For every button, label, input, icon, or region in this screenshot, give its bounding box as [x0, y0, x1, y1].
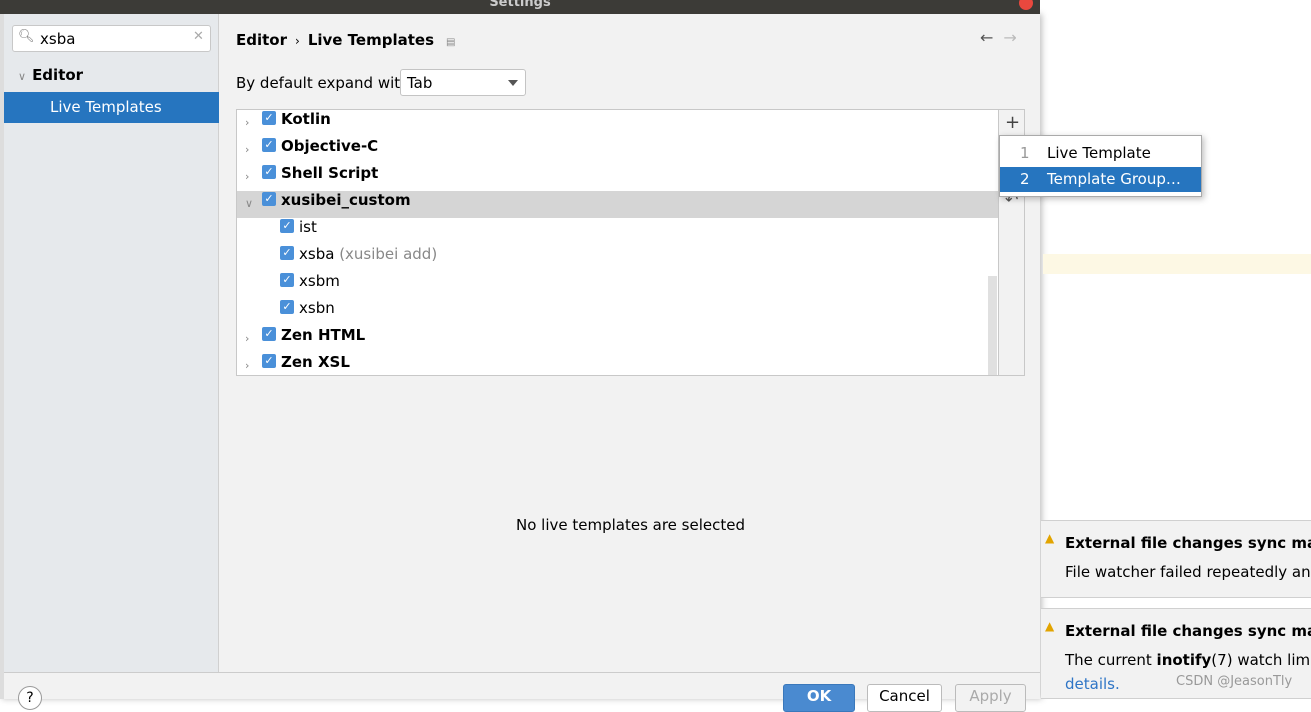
back-arrow-icon[interactable]: ← — [980, 28, 993, 47]
nav-arrows: ← → — [980, 28, 1017, 47]
template-row[interactable]: ✓ xsbn — [237, 299, 998, 326]
project-scope-icon: ▤ — [446, 37, 456, 48]
empty-message: No live templates are selected — [515, 516, 745, 534]
template-group-row[interactable]: ∨ ✓ xusibei_custom — [237, 191, 998, 218]
body-text: (7) watch limit is — [1211, 651, 1311, 669]
settings-search-input[interactable]: 🔍︎ xsba ✕ — [12, 25, 211, 52]
cancel-button[interactable]: Cancel — [867, 684, 942, 712]
checkbox[interactable]: ✓ — [280, 246, 294, 260]
expand-with-select[interactable]: Tab — [400, 69, 526, 96]
breadcrumb-editor[interactable]: Editor — [236, 31, 287, 49]
sidebar-item-live-templates[interactable]: Live Templates — [4, 92, 219, 123]
template-name: Zen HTML — [281, 326, 366, 344]
expand-with-label: By default expand with — [236, 74, 410, 92]
forward-arrow-icon[interactable]: → — [1003, 28, 1016, 47]
chevron-right-icon[interactable]: › — [245, 167, 249, 186]
search-icon: 🔍︎ — [18, 29, 35, 44]
warning-icon: ▲ — [1045, 619, 1055, 633]
notification-body: The current inotify(7) watch limit is — [1065, 651, 1311, 669]
template-name: Zen XSL — [281, 353, 350, 371]
dropdown-arrow-icon — [508, 80, 518, 91]
row-label: xusibei_custom — [281, 191, 411, 210]
template-name: xsbn — [299, 299, 335, 317]
window-title: Settings — [0, 0, 1040, 14]
row-label: Shell Script — [281, 164, 378, 183]
sidebar-item-label: Editor — [32, 66, 84, 84]
ok-button[interactable]: OK — [783, 684, 855, 712]
warning-icon: ▲ — [1045, 531, 1055, 545]
chevron-down-icon[interactable]: ∨ — [245, 194, 253, 213]
chevron-down-icon: ∨ — [18, 70, 27, 83]
checkbox[interactable]: ✓ — [262, 354, 276, 368]
chevron-right-icon[interactable]: › — [245, 140, 249, 159]
breadcrumb: Editor › Live Templates ▤ — [236, 31, 455, 49]
template-name: xusibei_custom — [281, 191, 411, 209]
chevron-right-icon[interactable]: › — [245, 329, 249, 348]
template-name: xsbm — [299, 272, 340, 290]
checkbox[interactable]: ✓ — [262, 192, 276, 206]
notification[interactable]: ▲ External file changes sync may be File… — [1041, 520, 1311, 598]
template-row[interactable]: ✓ ist — [237, 218, 998, 245]
chevron-right-icon: › — [295, 34, 300, 48]
checkbox[interactable]: ✓ — [262, 327, 276, 341]
row-label: Objective-C — [281, 137, 378, 156]
notification-title: External file changes sync may be — [1065, 534, 1311, 552]
menu-item-label: Live Template — [1047, 144, 1151, 162]
editor-highlight-line — [1043, 254, 1311, 274]
tree-scrollbar[interactable] — [988, 276, 997, 375]
row-label: xsbm — [299, 272, 340, 291]
templates-tree: › ✓ Kotlin › ✓ Objective-C › ✓ Shell Script ∨ ✓ xus… — [236, 109, 999, 376]
checkbox[interactable]: ✓ — [262, 111, 276, 125]
menu-item-template-group[interactable]: 2 Template Group… — [1000, 167, 1201, 192]
details-link[interactable]: details. — [1065, 675, 1120, 693]
template-group-row[interactable]: › ✓ Kotlin — [237, 110, 998, 137]
row-label: Zen HTML — [281, 326, 365, 345]
watermark: CSDN @JeasonTly — [1176, 674, 1293, 689]
template-row[interactable]: ✓ xsbm — [237, 272, 998, 299]
template-row[interactable]: ✓ xsba (xusibei add) — [237, 245, 998, 272]
sidebar-item-editor[interactable]: ∨ Editor — [18, 66, 83, 84]
clear-search-icon[interactable]: ✕ — [193, 29, 204, 44]
notification-body: File watcher failed repeatedly and ha — [1065, 563, 1311, 581]
row-label: Kotlin — [281, 110, 331, 129]
chevron-right-icon[interactable]: › — [245, 356, 249, 375]
template-group-row[interactable]: › ✓ Zen XSL — [237, 353, 998, 380]
row-label: xsbn — [299, 299, 335, 318]
breadcrumb-live-templates: Live Templates — [307, 31, 435, 49]
checkbox[interactable]: ✓ — [262, 138, 276, 152]
add-menu: 1 Live Template 2 Template Group… — [999, 135, 1202, 197]
select-value: Tab — [407, 74, 433, 92]
menu-item-number: 2 — [1020, 170, 1030, 188]
checkbox[interactable]: ✓ — [280, 273, 294, 287]
menu-item-number: 1 — [1020, 144, 1030, 162]
notification-title: External file changes sync may be — [1065, 622, 1311, 640]
template-group-row[interactable]: › ✓ Objective-C — [237, 137, 998, 164]
row-label: ist — [299, 218, 317, 237]
body-text: The current — [1065, 651, 1157, 669]
row-label: xsba (xusibei add) — [299, 245, 437, 264]
template-name: Objective-C — [281, 137, 379, 155]
apply-button[interactable]: Apply — [955, 684, 1026, 712]
menu-item-label: Template Group… — [1047, 170, 1181, 188]
search-value: xsba — [40, 30, 76, 48]
add-icon[interactable]: + — [1005, 112, 1020, 133]
template-name: xsba — [299, 245, 335, 263]
template-group-row[interactable]: › ✓ Shell Script — [237, 164, 998, 191]
help-button[interactable]: ? — [18, 686, 42, 710]
checkbox[interactable]: ✓ — [280, 219, 294, 233]
checkbox[interactable]: ✓ — [280, 300, 294, 314]
template-name: Kotlin — [281, 110, 331, 128]
body-bold: inotify — [1156, 651, 1212, 669]
row-label: Zen XSL — [281, 353, 350, 372]
checkbox[interactable]: ✓ — [262, 165, 276, 179]
chevron-right-icon[interactable]: › — [245, 113, 249, 132]
template-name: Shell Script — [281, 164, 379, 182]
template-description: (xusibei add) — [339, 245, 438, 263]
menu-item-live-template[interactable]: 1 Live Template — [1000, 141, 1201, 166]
template-name: ist — [299, 218, 317, 236]
template-group-row[interactable]: › ✓ Zen HTML — [237, 326, 998, 353]
footer-divider — [4, 672, 1040, 673]
